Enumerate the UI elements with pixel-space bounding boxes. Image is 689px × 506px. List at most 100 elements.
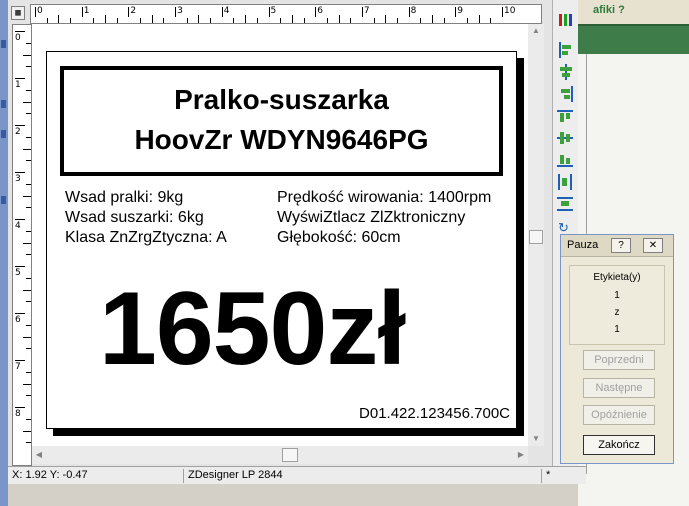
ruler-major-tick — [15, 125, 25, 126]
ruler-major-tick — [15, 313, 25, 314]
cursor-coordinates: X: 1.92 Y: -0.47 — [10, 469, 184, 483]
ruler-minor-tick — [396, 18, 398, 23]
ruler-major-tick — [128, 7, 130, 17]
design-canvas[interactable]: Pralko-suszarka HoovZr WDYN9646PG Wsad p… — [32, 24, 528, 446]
price-label[interactable]: Pralko-suszarka HoovZr WDYN9646PG Wsad p… — [46, 51, 517, 429]
strip-marker — [1, 100, 6, 108]
ruler-minor-tick — [23, 430, 31, 432]
ruler-major-tick — [15, 31, 25, 32]
scroll-right-arrow[interactable]: ▶ — [514, 446, 528, 464]
ruler-major-tick — [408, 7, 410, 17]
ruler-number: 10 — [504, 6, 516, 16]
ruler-number: 7 — [363, 6, 370, 16]
strip-marker — [1, 40, 6, 48]
ruler-major-tick — [361, 7, 363, 17]
spec-energy-class[interactable]: Klasa ZnZrgZtyczna: A — [65, 229, 227, 247]
title-box[interactable]: Pralko-suszarka HoovZr WDYN9646PG — [60, 66, 503, 176]
help-button[interactable]: ? — [611, 238, 631, 253]
ruler-minor-tick — [26, 348, 31, 350]
ruler-minor-tick — [26, 442, 31, 444]
ruler-minor-tick — [23, 148, 31, 150]
vertical-scrollbar[interactable]: ▲ ▼ — [528, 24, 544, 446]
ruler-minor-tick — [420, 18, 422, 23]
scroll-down-arrow[interactable]: ▼ — [528, 432, 544, 446]
spec-dry-load[interactable]: Wsad suszarki: 6kg — [65, 209, 204, 227]
ruler-major-tick — [15, 172, 25, 173]
spec-display[interactable]: WyświZtlacz ZlZktroniczny — [277, 209, 465, 227]
align-top-icon[interactable] — [557, 108, 575, 124]
product-code[interactable]: D01.422.123456.700C — [359, 405, 510, 422]
ruler-minor-tick — [26, 254, 31, 256]
ruler-minor-tick — [23, 336, 31, 338]
align-center-horizontal-icon[interactable] — [557, 64, 575, 80]
ruler-major-tick — [502, 7, 503, 17]
ruler-minor-tick — [58, 15, 60, 23]
ruler-minor-tick — [490, 18, 492, 23]
spec-wash-load[interactable]: Wsad pralki: 9kg — [65, 189, 183, 207]
ruler-minor-tick — [326, 18, 328, 23]
previous-button[interactable]: Poprzedni — [583, 350, 655, 370]
align-left-icon[interactable] — [557, 42, 575, 58]
color-pencils-icon[interactable] — [557, 12, 575, 28]
align-right-icon[interactable] — [557, 86, 575, 102]
ruler-minor-tick — [186, 18, 188, 23]
next-button[interactable]: Następne — [583, 378, 655, 398]
total-label-number: 1 — [614, 324, 620, 335]
spec-spin-speed[interactable]: Prędkość wirowania: 1400rpm — [277, 189, 491, 207]
pause-dialog: Pauza ? ✕ Etykieta(y) 1 z 1 Poprzedni Na… — [560, 234, 674, 464]
distribute-vertical-icon[interactable] — [557, 196, 575, 212]
delay-button[interactable]: Opóźnienie — [583, 405, 655, 425]
ruler-number: 5 — [270, 6, 277, 16]
ruler-minor-tick — [140, 18, 142, 23]
close-button[interactable]: ✕ — [643, 238, 663, 253]
ruler-major-tick — [81, 7, 83, 17]
ruler-minor-tick — [23, 195, 31, 197]
ruler-number: 5 — [15, 268, 21, 278]
ruler-minor-tick — [26, 136, 31, 138]
ruler-minor-tick — [210, 18, 212, 23]
labels-counter-panel: Etykieta(y) 1 z 1 — [569, 265, 665, 345]
horizontal-ruler: 0 1 2 3 4 5 6 7 8 9 10 — [30, 4, 542, 24]
horizontal-scrollbar[interactable]: ◀ ▶ — [32, 446, 528, 464]
horizontal-scroll-thumb[interactable] — [282, 448, 298, 462]
ruler-minor-tick — [338, 15, 340, 23]
dialog-title: Pauza — [567, 239, 599, 251]
ruler-minor-tick — [26, 207, 31, 209]
ruler-minor-tick — [26, 160, 31, 162]
ruler-minor-tick — [26, 418, 31, 420]
ruler-minor-tick — [26, 371, 31, 373]
ruler-major-tick — [15, 360, 25, 361]
printer-name: ZDesigner LP 2844 — [186, 469, 542, 483]
vertical-scroll-thumb[interactable] — [529, 230, 543, 244]
background-window-header: afiki ? — [578, 0, 689, 24]
ruler-major-tick — [268, 7, 270, 17]
ruler-number: 8 — [15, 409, 21, 419]
ruler-minor-tick — [26, 301, 31, 303]
panel-heading: Etykieta(y) — [593, 272, 641, 283]
vertical-ruler: 0 1 2 3 4 5 6 7 8 — [12, 24, 32, 466]
price-text[interactable]: 1650zł — [99, 277, 406, 381]
ruler-corner-button[interactable]: ▦ — [11, 6, 25, 20]
ruler-number: 1 — [15, 80, 21, 90]
align-bottom-icon[interactable] — [557, 152, 575, 168]
ruler-number: 9 — [457, 6, 464, 16]
status-flag: * — [546, 469, 551, 481]
finish-button[interactable]: Zakończ — [583, 435, 655, 455]
ruler-minor-tick — [26, 395, 31, 397]
ruler-major-tick — [15, 78, 25, 79]
strip-marker — [1, 196, 6, 204]
dialog-titlebar[interactable]: Pauza ? ✕ — [561, 235, 673, 257]
ruler-minor-tick — [385, 15, 387, 23]
ruler-number: 0 — [15, 33, 21, 43]
ruler-minor-tick — [23, 289, 31, 291]
app-root: ▦ 0 1 2 3 4 5 6 7 8 9 10 0 1 2 3 4 5 6 7 8 Pralko-suszarka… — [0, 0, 689, 506]
ruler-number: 6 — [15, 315, 21, 325]
ruler-minor-tick — [70, 18, 72, 23]
ruler-minor-tick — [26, 89, 31, 91]
scroll-left-arrow[interactable]: ◀ — [32, 446, 46, 464]
ruler-minor-tick — [350, 18, 352, 23]
spec-depth[interactable]: Głębokość: 60cm — [277, 229, 401, 247]
scroll-up-arrow[interactable]: ▲ — [528, 24, 544, 38]
align-center-vertical-icon[interactable] — [557, 130, 575, 146]
distribute-horizontal-icon[interactable] — [557, 174, 575, 190]
